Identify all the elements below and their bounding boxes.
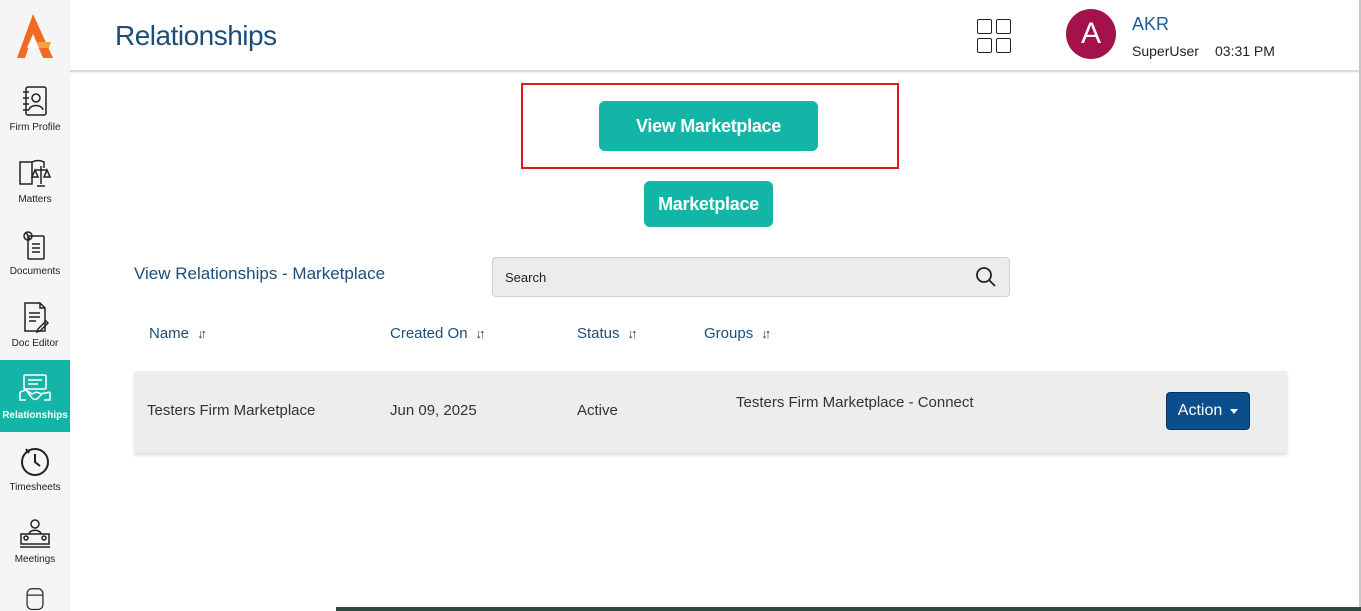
sidebar-item-firm-profile[interactable]: Firm Profile (0, 72, 70, 144)
user-role: SuperUser (1132, 43, 1199, 59)
cell-status: Active (577, 402, 618, 419)
sidebar-item-timesheets[interactable]: Timesheets (0, 432, 70, 504)
sidebar-item-label: Doc Editor (11, 337, 59, 349)
handshake-icon (19, 373, 51, 401)
app-grid-icon[interactable] (977, 19, 1011, 53)
search-input[interactable]: Search (492, 257, 1010, 297)
cell-name: Testers Firm Marketplace (147, 402, 316, 419)
sidebar-item-label: Relationships (2, 409, 68, 421)
marketplace-button[interactable]: Marketplace (644, 181, 773, 227)
meeting-icon (20, 518, 50, 548)
sidebar-item-label: Documents (9, 265, 61, 277)
sidebar-item-label: Meetings (14, 553, 56, 565)
column-header-groups[interactable]: Groups ↓↑ (704, 325, 771, 342)
sidebar-item-documents[interactable]: Documents (0, 216, 70, 288)
sort-icon[interactable]: ↓↑ (761, 326, 771, 341)
column-header-created-on[interactable]: Created On ↓↑ (390, 325, 486, 342)
doc-editor-icon (24, 301, 50, 333)
sidebar-item-doc-editor[interactable]: Doc Editor (0, 288, 70, 360)
sort-icon[interactable]: ↓↑ (197, 326, 207, 341)
user-name: AKR (1132, 14, 1170, 34)
caret-down-icon (1230, 408, 1239, 414)
bottom-bar (336, 607, 1361, 611)
briefcase-icon (26, 588, 44, 611)
column-header-label: Name (149, 325, 190, 342)
avatar[interactable]: A (1066, 9, 1116, 59)
column-header-label: Created On (390, 325, 468, 342)
sidebar-item-label: Firm Profile (9, 121, 61, 133)
sidebar-item-relationships[interactable]: Relationships (0, 360, 70, 432)
search-icon[interactable] (975, 266, 997, 288)
search-placeholder: Search (505, 270, 547, 285)
sidebar: Firm Profile Matters Documents Doc Edito… (0, 0, 70, 611)
firm-profile-icon (23, 85, 47, 116)
top-header: Relationships A AKR SuperUser 03:31 PM (70, 0, 1359, 72)
sidebar-item-partial[interactable] (0, 576, 70, 611)
column-header-label: Groups (704, 325, 754, 342)
action-label: Action (1177, 402, 1223, 419)
scales-book-icon (19, 159, 52, 187)
section-title: View Relationships - Marketplace (134, 264, 386, 283)
documents-icon (23, 230, 45, 260)
sidebar-item-label: Matters (18, 193, 52, 205)
logo-icon (17, 14, 53, 58)
sidebar-item-meetings[interactable]: Meetings (0, 504, 70, 576)
sidebar-item-label: Timesheets (9, 481, 61, 493)
sort-icon[interactable]: ↓↑ (628, 326, 638, 341)
sort-icon[interactable]: ↓↑ (476, 326, 486, 341)
action-dropdown-button[interactable]: Action (1166, 392, 1250, 430)
column-header-status[interactable]: Status ↓↑ (577, 325, 638, 342)
view-marketplace-button[interactable]: View Marketplace (599, 101, 818, 151)
column-header-label: Status (577, 325, 620, 342)
current-time: 03:31 PM (1215, 43, 1275, 59)
cell-groups: Testers Firm Marketplace - Connect (736, 394, 974, 411)
sidebar-item-matters[interactable]: Matters (0, 144, 70, 216)
app-logo[interactable] (0, 0, 70, 72)
table-row[interactable]: Testers Firm Marketplace Jun 09, 2025 Ac… (134, 371, 1287, 453)
cell-created-on: Jun 09, 2025 (390, 402, 477, 419)
timer-icon (21, 447, 49, 476)
app-window: Firm Profile Matters Documents Doc Edito… (0, 0, 1361, 611)
column-header-name[interactable]: Name ↓↑ (149, 325, 207, 342)
page-title: Relationships (115, 20, 277, 51)
